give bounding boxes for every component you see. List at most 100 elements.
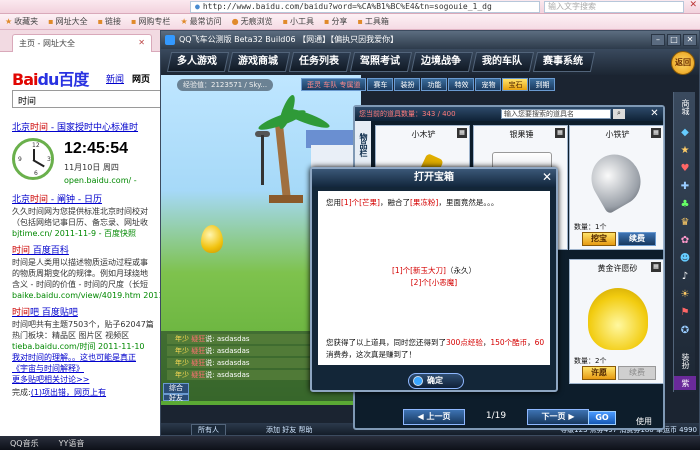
go-button[interactable]: GO bbox=[588, 411, 616, 425]
egg-icon[interactable] bbox=[201, 225, 223, 253]
next-page-button[interactable]: 下一页 ▶ bbox=[527, 409, 589, 425]
star-icon[interactable]: ★ bbox=[678, 144, 692, 158]
nav-web[interactable]: 网页 bbox=[132, 72, 150, 85]
close-icon[interactable]: ✕ bbox=[689, 0, 697, 10]
bookmark-links[interactable]: ▪ 链接 bbox=[93, 16, 126, 27]
use-label[interactable]: 使用 bbox=[636, 416, 652, 427]
result-title[interactable]: 北京时间 - 国家授时中心标准时 bbox=[12, 122, 160, 134]
bookmark-site-nav[interactable]: ▪ 网址大全 bbox=[43, 16, 92, 27]
taskbar-yy[interactable]: YY语音 bbox=[49, 438, 95, 449]
trash-icon[interactable]: ▦ bbox=[457, 128, 467, 138]
item-search-input[interactable]: 输入您要搜索的道具名 bbox=[501, 109, 611, 119]
url-field[interactable]: ● http://www.baidu.com/baidu?word=%CA%B1%… bbox=[190, 1, 540, 13]
items-header: 您当前的道具数量：343 / 400 输入您要搜索的道具名 ⌕ ✕ bbox=[355, 107, 663, 121]
menu-shop[interactable]: 游戏商城 bbox=[227, 52, 291, 72]
trash-icon[interactable]: ▦ bbox=[555, 128, 565, 138]
result-title[interactable]: 时间 百度百科 bbox=[12, 245, 160, 257]
tab-extra[interactable]: 歪灵 车队 专属道 bbox=[301, 78, 367, 91]
sidebar-shop[interactable]: 商城 bbox=[674, 94, 696, 120]
trash-icon[interactable]: ▦ bbox=[651, 128, 661, 138]
search-input[interactable]: 时间 bbox=[12, 90, 160, 108]
item-card[interactable]: 黄金许愿砂 ▦ 数量：2个 许愿 续费 bbox=[569, 259, 664, 384]
bookmark-tools[interactable]: ▪ 小工具 bbox=[278, 16, 319, 27]
close-icon[interactable]: ✕ bbox=[683, 34, 697, 46]
search-icon[interactable]: ⌕ bbox=[613, 109, 625, 119]
item-card[interactable]: 小铁铲 ▦ 数量：1个 挖宝 续费 bbox=[569, 125, 664, 250]
result-url[interactable]: tieba.baidu.com/时间 2011-11-10 bbox=[12, 341, 160, 352]
reward-list: [1]个[新玉大刀]（永久） [2]个[小恶魔] bbox=[318, 265, 550, 289]
tab-expired[interactable]: 到期 bbox=[529, 78, 556, 91]
pager: ◀ 上一页 1/19 下一页 ▶ bbox=[403, 409, 603, 427]
bookmark-favorites[interactable]: ★ 收藏夹 bbox=[0, 16, 43, 27]
url-text: http://www.baidu.com/baidu?word=%CA%B1%B… bbox=[202, 2, 492, 11]
renew-button[interactable]: 续费 bbox=[618, 232, 656, 246]
sun-icon[interactable]: ☀ bbox=[678, 288, 692, 302]
ok-button[interactable]: 确定 bbox=[408, 373, 464, 389]
tab-pets[interactable]: 宠物 bbox=[475, 78, 502, 91]
wheel-icon[interactable]: ✪ bbox=[678, 324, 692, 338]
dig-button[interactable]: 挖宝 bbox=[582, 232, 616, 246]
clock-icon: 12 3 6 9 bbox=[12, 138, 54, 180]
wrench-icon[interactable]: ✚ bbox=[678, 180, 692, 194]
menu-multiplayer[interactable]: 多人游戏 bbox=[166, 52, 230, 72]
menu-border-war[interactable]: 边境战争 bbox=[410, 52, 474, 72]
menu-my-team[interactable]: 我的车队 bbox=[471, 52, 535, 72]
menu-tasks[interactable]: 任务列表 bbox=[288, 52, 352, 72]
bookmark-most-visited[interactable]: ★ 最常访问 bbox=[175, 16, 226, 27]
leaf-icon[interactable]: ♣ bbox=[678, 198, 692, 212]
bookmark-share[interactable]: ▪ 分享 bbox=[319, 16, 352, 27]
maximize-icon[interactable]: □ bbox=[667, 34, 681, 46]
prev-page-button[interactable]: ◀ 上一页 bbox=[403, 409, 465, 425]
gift-icon[interactable]: ✿ bbox=[678, 234, 692, 248]
back-button[interactable]: 返回 bbox=[671, 51, 695, 75]
music-icon[interactable]: ♪ bbox=[678, 270, 692, 284]
chat-tab-general[interactable]: 综合 bbox=[163, 383, 189, 394]
minimize-icon[interactable]: – bbox=[651, 34, 665, 46]
menu-events[interactable]: 赛事系统 bbox=[532, 52, 596, 72]
bookmark-shopping[interactable]: ▪ 网购专栏 bbox=[126, 16, 175, 27]
reward-summary: 您获得了以上道具，同时您还得到了300点经验，150个酷币，60 消费券，这次真… bbox=[326, 338, 545, 359]
tab-effects[interactable]: 特效 bbox=[448, 78, 475, 91]
taskbar-qq-music[interactable]: QQ音乐 bbox=[0, 438, 49, 449]
result-title[interactable]: 时间吧 百度贴吧 bbox=[12, 307, 160, 319]
tab-outfits[interactable]: 装扮 bbox=[394, 78, 421, 91]
close-icon[interactable]: ✕ bbox=[648, 108, 661, 121]
trash-icon[interactable]: ▦ bbox=[651, 262, 661, 272]
close-icon[interactable]: ✕ bbox=[540, 170, 554, 184]
tab-functions[interactable]: 功能 bbox=[421, 78, 448, 91]
gold-sand-icon bbox=[588, 288, 648, 350]
heart-icon[interactable]: ♥ bbox=[678, 162, 692, 176]
browser-search-input[interactable]: 输入文字搜索 bbox=[544, 1, 684, 13]
gem-icon[interactable]: ◆ bbox=[678, 126, 692, 140]
tab-close-icon[interactable]: ✕ bbox=[138, 38, 145, 47]
baidu-page: Baidu百度 新闻 网页 时间 北京时间 - 国家授时中心标准时 12 3 6… bbox=[0, 52, 160, 436]
sidebar-outfit[interactable]: 装扮 bbox=[674, 348, 696, 374]
chat-tab-friends[interactable]: 好友 bbox=[163, 394, 189, 402]
menu-license[interactable]: 驾照考试 bbox=[349, 52, 413, 72]
bookmark-private[interactable]: ● 无痕浏览 bbox=[227, 16, 278, 27]
exp-info: 经验值：2123571 / Sky... bbox=[177, 79, 274, 91]
wish-button[interactable]: 许愿 bbox=[582, 366, 616, 380]
open-chest-dialog: 打开宝箱 ✕ 您用[1]个[芒果]，融合了[果冻粉]，里面竟然是。。。 [1]个… bbox=[310, 167, 558, 392]
tab-gems[interactable]: 宝石 bbox=[502, 78, 529, 91]
result-url[interactable]: baike.baidu.com/view/4019.htm 2011-11 bbox=[12, 290, 160, 301]
result-url[interactable]: bjtime.cn/ 2011-11-9 - 百度快照 bbox=[12, 228, 160, 239]
folder-icon: ▪ bbox=[131, 17, 137, 26]
chat-target-select[interactable]: 所有人 bbox=[191, 424, 226, 435]
crown-icon[interactable]: ♛ bbox=[678, 216, 692, 230]
result-title[interactable]: 北京时间 - 阐钟 - 日历 bbox=[12, 194, 160, 206]
lamp-post bbox=[261, 135, 264, 185]
pet-icon[interactable]: ☻ bbox=[678, 252, 692, 266]
sidebar-purple[interactable]: 紫 bbox=[674, 376, 696, 390]
game-menu-bar: 多人游戏 游戏商城 任务列表 驾照考试 边境战争 我的车队 赛事系统 bbox=[161, 49, 699, 75]
nav-news[interactable]: 新闻 bbox=[106, 72, 124, 85]
bench bbox=[269, 195, 303, 203]
search-results: 北京时间 - 国家授时中心标准时 12 3 6 9 12:45:54 11月10… bbox=[12, 122, 160, 398]
bookmark-toolbox[interactable]: ▪ 工具箱 bbox=[352, 16, 393, 27]
tab-inventory[interactable]: 物品栏 bbox=[355, 121, 371, 169]
clock-url[interactable]: open.baidu.com/ - bbox=[64, 176, 137, 185]
bottom-actions[interactable]: 添加 好友 帮助 bbox=[266, 425, 312, 435]
tab-cars[interactable]: 赛车 bbox=[367, 78, 394, 91]
flag-icon[interactable]: ⚑ bbox=[678, 306, 692, 320]
tab-home[interactable]: 主页 - 网址大全 ✕ bbox=[12, 34, 152, 52]
